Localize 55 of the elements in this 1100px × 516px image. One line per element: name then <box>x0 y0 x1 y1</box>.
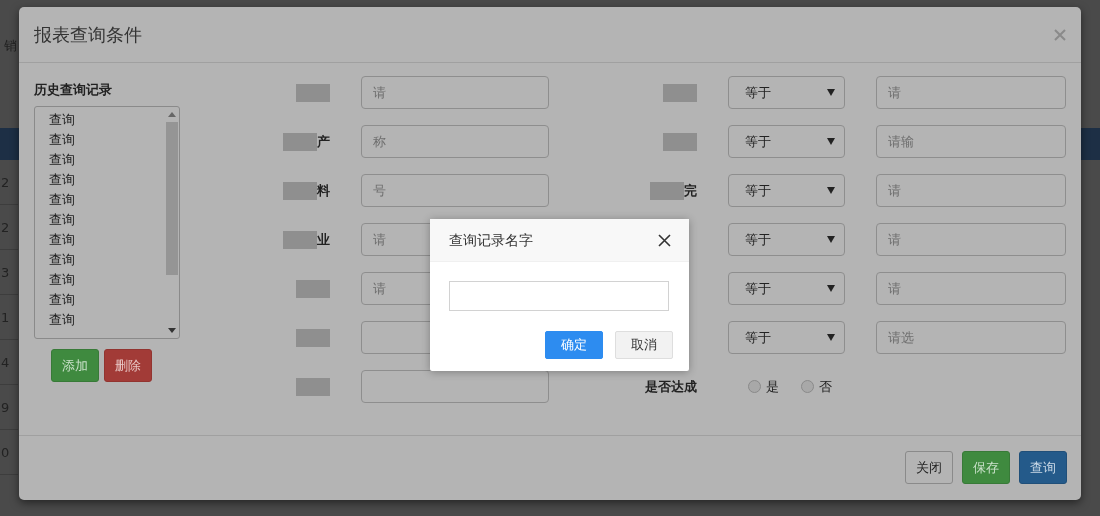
field-label: 产 <box>317 132 330 151</box>
history-item[interactable]: 查询 <box>49 289 75 310</box>
history-item[interactable]: 查询 <box>49 129 75 150</box>
operator-select[interactable]: 等于 <box>728 125 845 158</box>
radio-label: 否 <box>819 377 832 396</box>
caret-icon <box>827 285 835 292</box>
field-label: 料 <box>317 181 330 200</box>
history-item[interactable]: 查询 <box>49 149 75 170</box>
caret-icon <box>827 334 835 341</box>
operator-select[interactable]: 等于 <box>728 76 845 109</box>
history-item[interactable]: 查询 <box>49 229 75 250</box>
history-item[interactable]: 查询 <box>49 209 75 230</box>
caret-icon <box>827 138 835 145</box>
history-item[interactable]: 查询 <box>49 169 75 190</box>
history-heading: 历史查询记录 <box>34 81 113 99</box>
operator-select[interactable]: 等于 <box>728 223 845 256</box>
caret-icon <box>827 187 835 194</box>
footer-button[interactable]: 查询 <box>1019 451 1067 484</box>
field-label: 业 <box>317 230 330 249</box>
history-item[interactable]: 查询 <box>49 249 75 270</box>
radio-button[interactable] <box>801 380 814 393</box>
radio-label: 是 <box>766 377 779 396</box>
footer-button[interactable]: 关闭 <box>905 451 953 484</box>
text-field[interactable]: 请选 <box>876 321 1066 354</box>
name-field[interactable] <box>449 281 669 311</box>
text-field[interactable]: 号 <box>361 174 549 207</box>
history-button[interactable]: 删除 <box>104 348 152 382</box>
modal-title: 报表查询条件 <box>34 23 142 47</box>
field-label: 是否达成 <box>645 377 697 396</box>
text-field[interactable] <box>361 370 549 403</box>
text-field[interactable]: 请 <box>876 272 1066 305</box>
history-item[interactable]: 查询 <box>49 189 75 210</box>
text-field[interactable]: 请输 <box>876 125 1066 158</box>
dialog-title: 查询记录名字 <box>449 230 533 250</box>
scrollbar-thumb[interactable] <box>165 121 178 275</box>
dialog-button[interactable]: 取消 <box>615 331 673 359</box>
history-item[interactable]: 查询 <box>49 269 75 290</box>
text-field[interactable]: 请 <box>361 76 549 109</box>
operator-select[interactable]: 等于 <box>728 272 845 305</box>
caret-icon <box>827 236 835 243</box>
scroll-up-icon <box>167 110 176 118</box>
radio-button[interactable] <box>748 380 761 393</box>
text-field[interactable]: 称 <box>361 125 549 158</box>
text-field[interactable]: 请 <box>876 76 1066 109</box>
history-listbox[interactable]: 查询 查询 查询 查询 查询 查询 查询 查询 查询 查询 查询 <box>34 105 180 339</box>
close-icon[interactable] <box>658 233 671 247</box>
history-item[interactable]: 查询 <box>49 309 75 330</box>
caret-icon <box>827 89 835 96</box>
operator-select[interactable]: 等于 <box>728 321 845 354</box>
text-field[interactable]: 请 <box>876 223 1066 256</box>
operator-select[interactable]: 等于 <box>728 174 845 207</box>
history-item[interactable]: 查询 <box>49 109 75 130</box>
scroll-down-icon <box>167 326 176 334</box>
field-label: 完 <box>684 181 697 200</box>
text-field[interactable]: 请 <box>876 174 1066 207</box>
